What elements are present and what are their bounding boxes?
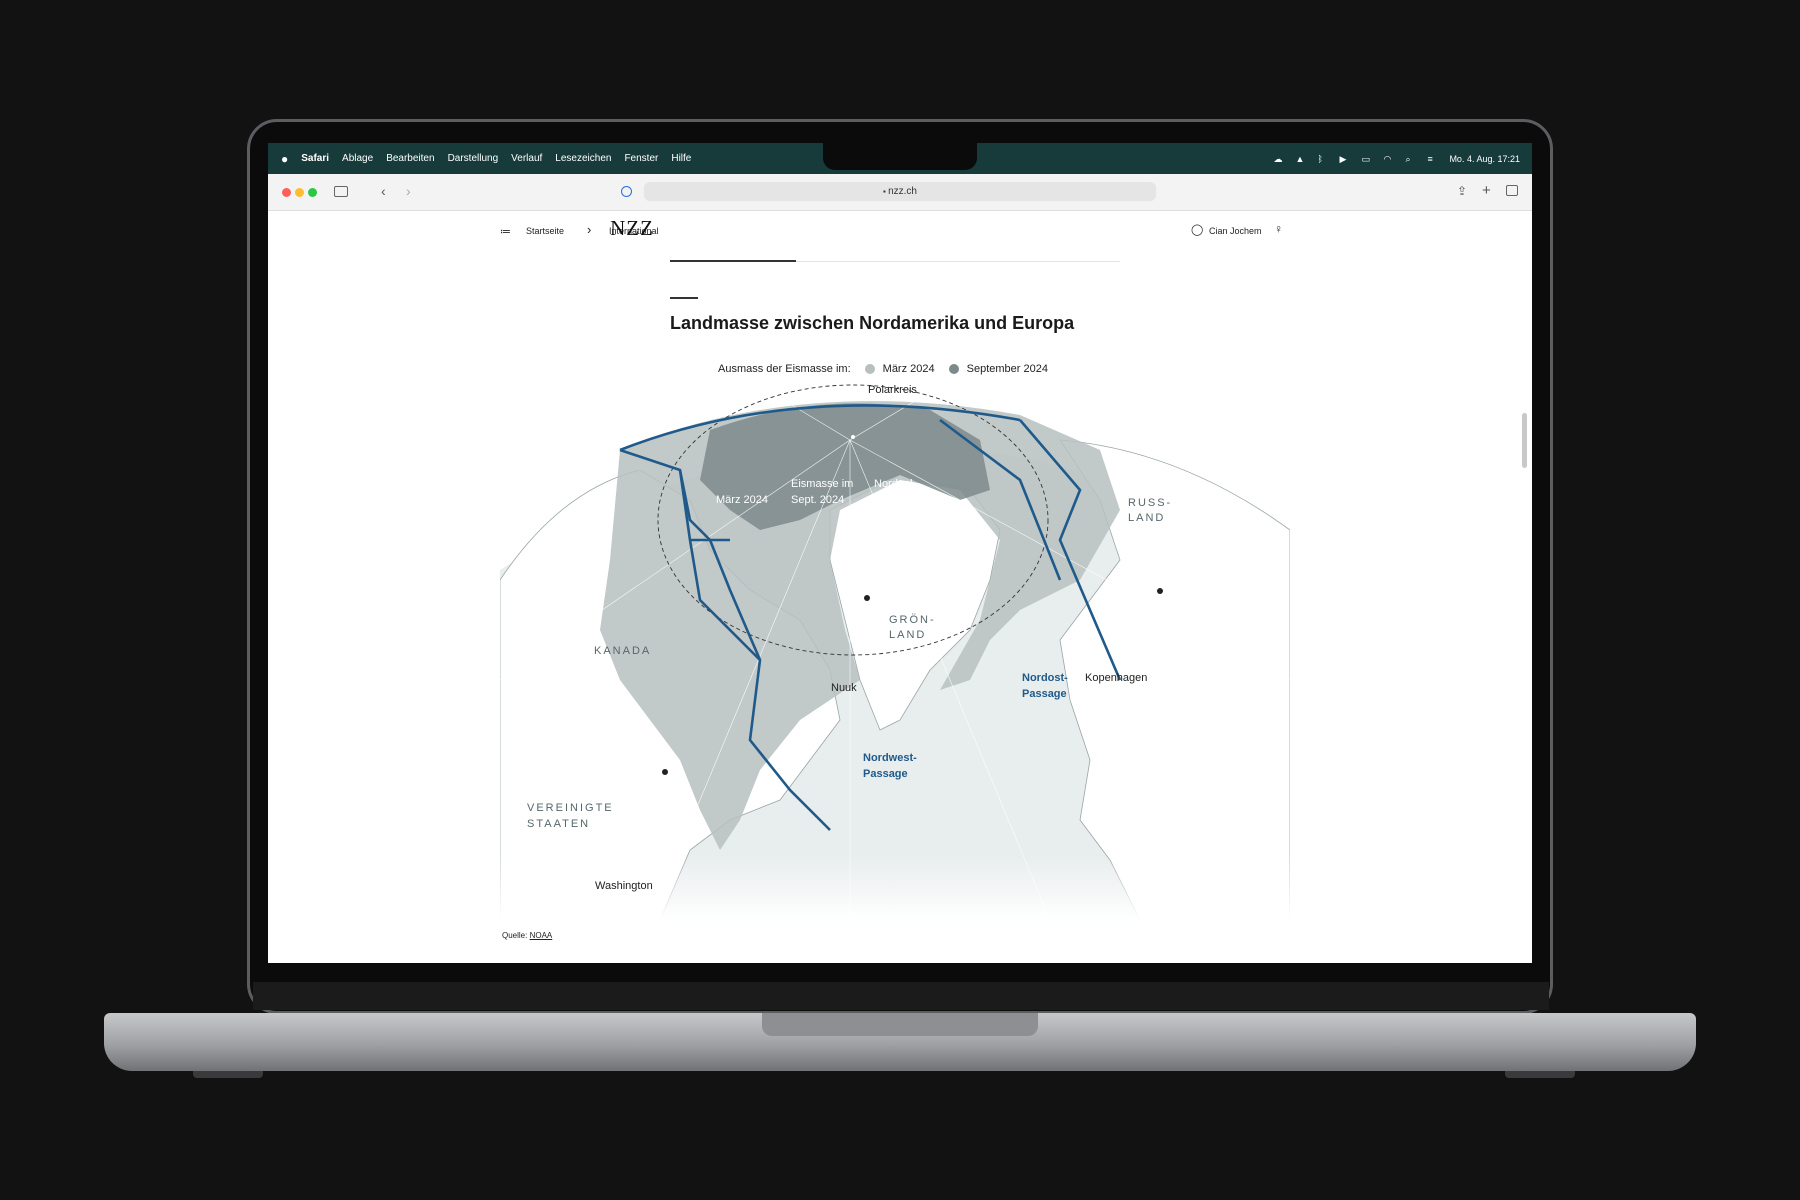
- legend-march-swatch: [864, 364, 875, 374]
- sept-ice-label-line1: Eismasse im: [791, 478, 854, 490]
- nuuk-label: Nuuk: [831, 682, 857, 694]
- chart-title: Landmasse zwischen Nordamerika und Europ…: [670, 313, 1075, 333]
- safari-toolbar: ‹ › ▪ nzz.ch ⇪ +: [268, 174, 1532, 211]
- legend: Ausmass der Eismasse im: März 2024 Septe…: [718, 363, 1048, 375]
- menubar-clock[interactable]: Mo. 4. Aug. 17:21: [1449, 154, 1520, 164]
- notification-bulb-icon[interactable]: ♀: [1274, 222, 1283, 236]
- status-bar: ☁ ▲ ᛒ ▶ ▭ ◠ ⌕ ≡ Mo. 4. Aug. 17:21: [1273, 143, 1520, 174]
- apple-menu-icon[interactable]: ●: [281, 152, 288, 166]
- polar-circle-label: Polarkreis: [868, 384, 917, 396]
- washington-label: Washington: [595, 880, 653, 892]
- legend-march-label: März 2024: [882, 363, 935, 375]
- menu-bearbeiten[interactable]: Bearbeiten: [386, 153, 434, 164]
- copenhagen-label: Kopenhagen: [1085, 672, 1148, 684]
- title-rule: [670, 297, 698, 299]
- forward-icon[interactable]: ›: [406, 183, 411, 199]
- northwest-passage-label-line2: Passage: [863, 768, 908, 780]
- menu-fenster[interactable]: Fenster: [624, 153, 658, 164]
- legend-sept-label: September 2024: [966, 363, 1048, 375]
- page-scrollbar[interactable]: [1522, 413, 1527, 468]
- menu-darstellung[interactable]: Darstellung: [448, 153, 499, 164]
- tab-overview-icon[interactable]: [1506, 185, 1518, 196]
- address-url: nzz.ch: [888, 186, 917, 197]
- northeast-passage-label-line1: Nordost-: [1022, 672, 1068, 684]
- minimize-window-button[interactable]: [295, 188, 304, 197]
- canada-label: KANADA: [594, 645, 652, 657]
- usa-label-line2: STAATEN: [527, 818, 591, 830]
- source-label: Quelle:: [502, 931, 528, 940]
- source-note: Quelle: NOAA: [502, 931, 552, 940]
- play-icon[interactable]: ▶: [1339, 154, 1350, 164]
- legend-sept-swatch: [948, 364, 959, 374]
- menu-bar: ● Safari Ablage Bearbeiten Darstellung V…: [268, 143, 1532, 174]
- source-link[interactable]: NOAA: [530, 931, 553, 940]
- password-icon[interactable]: [621, 186, 632, 197]
- greenland-label-line2: LAND: [889, 629, 927, 641]
- user-icon[interactable]: ◯: [1191, 223, 1203, 236]
- shield-icon[interactable]: ▲: [1295, 154, 1306, 164]
- address-bar[interactable]: ▪ nzz.ch: [644, 182, 1156, 201]
- laptop-chin: [253, 982, 1549, 1010]
- laptop-foot-left: [193, 1071, 263, 1078]
- usa-label-line1: VEREINIGTE: [527, 802, 614, 814]
- march-ice-label: März 2024: [716, 494, 768, 506]
- greenland-label-line1: GRÖN-: [889, 614, 936, 626]
- legend-label: Ausmass der Eismasse im:: [718, 363, 851, 375]
- back-icon[interactable]: ‹: [381, 183, 386, 199]
- share-icon[interactable]: ⇪: [1457, 184, 1467, 198]
- sept-ice-label-line2: Sept. 2024: [791, 494, 845, 506]
- control-center-icon[interactable]: ≡: [1427, 154, 1438, 164]
- northeast-passage-label-line2: Passage: [1022, 688, 1067, 700]
- bluetooth-icon[interactable]: ᛒ: [1317, 154, 1328, 164]
- camera-notch: [823, 143, 977, 170]
- laptop-base-groove: [762, 1013, 1038, 1036]
- search-icon[interactable]: ⌕: [1405, 154, 1416, 164]
- northwest-passage-label-line1: Nordwest-: [863, 752, 917, 764]
- site-logo[interactable]: NZZ: [0, 216, 1264, 241]
- north-pole-label: Nordpol: [874, 478, 913, 490]
- sidebar-toggle-icon[interactable]: [334, 186, 348, 197]
- nav-active-indicator: [670, 260, 796, 262]
- russia-label-line1: RUSS-: [1128, 497, 1173, 509]
- close-window-button[interactable]: [282, 188, 291, 197]
- laptop-foot-right: [1505, 1071, 1575, 1078]
- menu-ablage[interactable]: Ablage: [342, 153, 373, 164]
- russia-label-line2: LAND: [1128, 512, 1166, 524]
- new-tab-icon[interactable]: +: [1482, 182, 1491, 199]
- wifi-icon[interactable]: ◠: [1383, 154, 1394, 164]
- menu-hilfe[interactable]: Hilfe: [671, 153, 691, 164]
- menu-app[interactable]: Safari: [301, 153, 329, 164]
- zoom-window-button[interactable]: [308, 188, 317, 197]
- battery-icon[interactable]: ▭: [1361, 154, 1372, 164]
- user-name[interactable]: Cian Jochem: [1209, 226, 1262, 236]
- cloud-icon[interactable]: ☁: [1273, 154, 1284, 164]
- menu-lesezeichen[interactable]: Lesezeichen: [555, 153, 611, 164]
- menu-verlauf[interactable]: Verlauf: [511, 153, 542, 164]
